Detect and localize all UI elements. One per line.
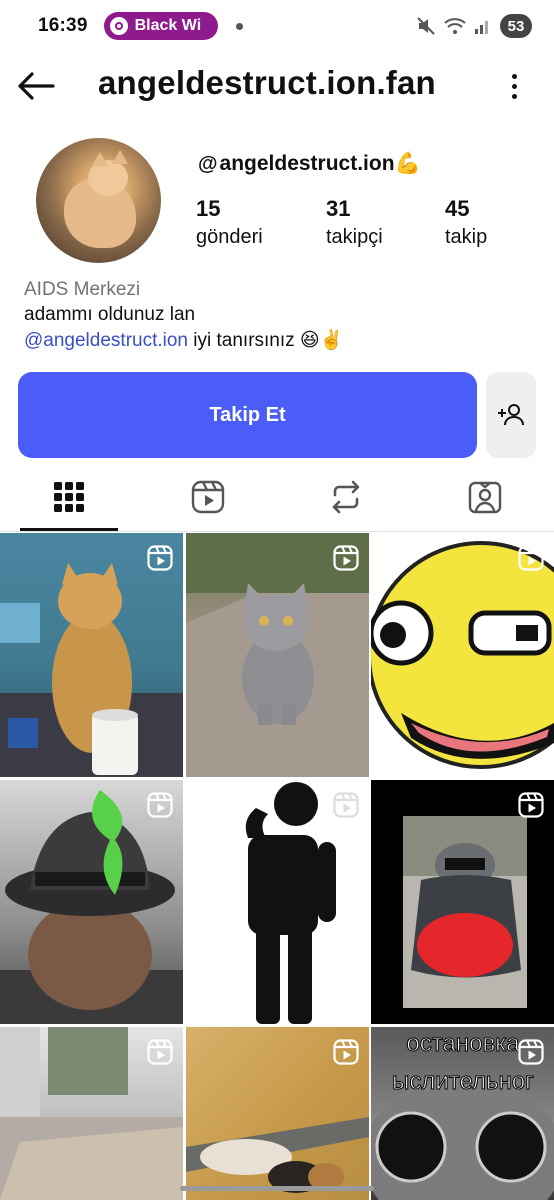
bio-line: adammı oldunuz lan	[24, 304, 196, 325]
media-pill[interactable]: Black Wi	[103, 12, 218, 40]
reels-icon	[191, 480, 225, 514]
notification-dot-icon	[235, 22, 243, 30]
reel-badge-icon	[147, 545, 173, 571]
more-dot-icon	[511, 73, 517, 79]
profile-bio: AIDS Merkezi adammı oldunuz lan @angelde…	[24, 278, 544, 354]
media-app-icon	[109, 17, 128, 35]
stat-following-label: takip	[445, 226, 488, 248]
tab-active-indicator	[20, 528, 118, 531]
profile-header: angeldestruct.ion.fan	[0, 56, 554, 116]
home-indicator[interactable]	[180, 1186, 374, 1191]
reel-badge-icon	[518, 1039, 544, 1065]
reel-badge-icon	[333, 545, 359, 571]
handle-emoji: 💪	[394, 152, 421, 175]
threads-icon: @	[198, 152, 218, 175]
stat-following[interactable]: 45 takip	[445, 196, 554, 252]
tab-reposts[interactable]	[296, 464, 396, 530]
more-dot-icon	[511, 93, 517, 99]
profile-tabs	[0, 464, 554, 532]
reel-badge-icon	[518, 545, 544, 571]
media-pill-label: Black Wi	[134, 17, 202, 34]
reel-badge-icon	[147, 792, 173, 818]
status-bar: 16:39 Black Wi 53	[0, 0, 554, 52]
post-thumbnail[interactable]	[186, 1027, 369, 1200]
avatar-cat-ear	[92, 152, 108, 166]
reel-badge-icon	[518, 792, 544, 818]
mute-icon	[417, 17, 435, 35]
post-thumbnail[interactable]	[0, 533, 183, 777]
bio-category: AIDS Merkezi	[24, 279, 141, 300]
stat-followers-label: takipçi	[326, 226, 383, 248]
back-button[interactable]	[16, 66, 56, 106]
stat-following-value: 45	[445, 196, 470, 221]
bio-line: @angeldestruct.ion iyi tanırsınız 😆✌️	[24, 328, 544, 354]
follow-button[interactable]: Takip Et	[18, 372, 477, 458]
stat-followers[interactable]: 31 takipçi	[326, 196, 445, 252]
stat-followers-value: 31	[326, 196, 351, 221]
post-caption-top: остановка	[406, 1030, 520, 1057]
threads-handle-link[interactable]: @ angeldestruct.ion 💪	[198, 152, 421, 176]
post-thumbnail[interactable]	[371, 533, 554, 777]
status-time: 16:39	[38, 15, 88, 36]
repost-icon	[332, 480, 360, 514]
tagged-icon	[468, 481, 502, 514]
reel-badge-icon	[333, 792, 359, 818]
posts-grid: остановка ыслительног	[0, 533, 554, 1200]
post-thumbnail[interactable]	[0, 1027, 183, 1200]
post-thumbnail[interactable]	[186, 780, 369, 1024]
more-options-button[interactable]	[504, 68, 524, 104]
add-person-icon	[498, 404, 524, 426]
profile-stats: 15 gönderi 31 takipçi 45 takip	[196, 196, 554, 252]
battery-indicator: 53	[500, 14, 532, 38]
post-thumbnail[interactable]	[0, 780, 183, 1024]
tab-reels[interactable]	[158, 464, 258, 530]
reel-badge-icon	[147, 1039, 173, 1065]
post-caption-bottom: ыслительног	[392, 1068, 534, 1095]
tab-tagged[interactable]	[435, 464, 535, 530]
wifi-icon	[444, 18, 466, 34]
reel-badge-icon	[333, 1039, 359, 1065]
suggested-accounts-button[interactable]	[486, 372, 536, 458]
avatar[interactable]	[36, 138, 161, 263]
status-icons: 53	[416, 14, 532, 38]
tab-posts-grid[interactable]	[19, 464, 119, 530]
bio-mention-link[interactable]: @angeldestruct.ion	[24, 330, 188, 351]
stat-posts[interactable]: 15 gönderi	[196, 196, 326, 252]
grid-icon	[54, 482, 84, 512]
post-thumbnail[interactable]	[371, 780, 554, 1024]
signal-icon	[475, 21, 488, 34]
page-title: angeldestruct.ion.fan	[98, 64, 436, 101]
more-dot-icon	[511, 83, 517, 89]
profile-handle: angeldestruct.ion	[219, 152, 395, 175]
avatar-cat-ear	[112, 150, 128, 164]
stat-posts-value: 15	[196, 196, 221, 221]
post-thumbnail[interactable]	[186, 533, 369, 777]
back-arrow-icon	[18, 72, 55, 100]
post-thumbnail[interactable]: остановка ыслительног	[371, 1027, 554, 1200]
stat-posts-label: gönderi	[196, 226, 263, 248]
bio-line-rest: iyi tanırsınız 😆✌️	[188, 330, 344, 351]
